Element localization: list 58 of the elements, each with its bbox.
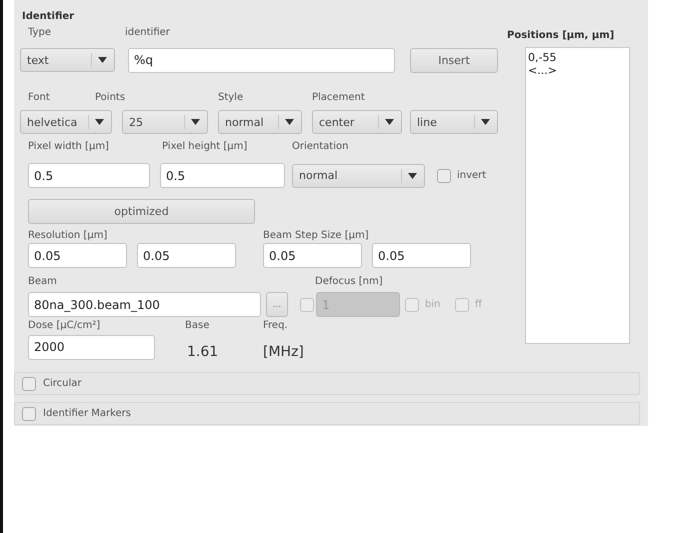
input-field[interactable]: 0.5	[28, 163, 150, 188]
caret-icon	[481, 119, 490, 125]
field-label: Resolution [µm]	[28, 229, 108, 243]
field-label: Type	[28, 26, 52, 40]
field-label: Freq.	[263, 319, 289, 333]
field-label: Defocus [nm]	[315, 275, 384, 289]
frequency-unit: [MHz]	[263, 344, 305, 360]
positions-list[interactable]: 0,-55 <...>	[525, 47, 630, 344]
field-label: Font	[28, 91, 51, 105]
field-label: ff	[475, 298, 484, 312]
group-title: Identifier	[22, 10, 76, 24]
dropdown[interactable]: 25	[122, 110, 208, 134]
field-label: Base	[185, 319, 210, 333]
optimized-button[interactable]: optimized	[28, 199, 255, 224]
list-item[interactable]: 0,-55	[528, 51, 627, 64]
input-field[interactable]: 0.05	[372, 243, 471, 268]
field-label: identifier	[125, 26, 171, 40]
base-value: 1.61	[187, 344, 220, 360]
caret-icon	[98, 57, 107, 63]
input-field[interactable]: 2000	[28, 334, 155, 360]
caret-icon	[191, 119, 200, 125]
dropdown[interactable]: normal	[218, 110, 302, 134]
field-label: Beam Step Size [µm]	[263, 229, 370, 243]
section-label: Circular	[43, 378, 82, 389]
section-header[interactable]: Circular	[14, 372, 640, 395]
dropdown[interactable]: helvetica	[20, 110, 112, 134]
dropdown[interactable]: line	[410, 110, 498, 134]
field-label: Placement	[312, 91, 366, 105]
field-label: Beam	[28, 275, 58, 289]
checkbox[interactable]	[437, 168, 451, 182]
section-label: Identifier Markers	[43, 408, 132, 419]
field-label: Pixel width [µm]	[28, 140, 110, 154]
checkbox[interactable]	[22, 406, 36, 420]
caret-icon	[385, 119, 394, 125]
caret-icon	[408, 172, 417, 178]
field-label: bin	[425, 298, 442, 312]
checkbox[interactable]	[22, 376, 36, 390]
list-item[interactable]: <...>	[528, 64, 627, 77]
dropdown[interactable]: text	[20, 48, 115, 72]
caret-icon	[95, 119, 104, 125]
field-label: Points	[95, 91, 126, 105]
input-field[interactable]: 0.05	[28, 243, 127, 268]
input-field[interactable]: 0.5	[160, 163, 285, 188]
input-field[interactable]: 80na_300.beam_100	[28, 292, 261, 317]
section-header[interactable]: Identifier Markers	[14, 402, 640, 425]
dropdown[interactable]: center	[312, 110, 402, 134]
list-title: Positions [µm, µm]	[507, 29, 616, 43]
field-label: Pixel height [µm]	[162, 140, 248, 154]
insert-button[interactable]: Insert	[410, 48, 498, 72]
field-label: Orientation	[292, 140, 350, 154]
input-field[interactable]: 0.05	[137, 243, 236, 268]
field-label: invert	[457, 168, 488, 182]
caret-icon	[285, 119, 294, 125]
input-field[interactable]: %q	[128, 48, 395, 72]
input-field[interactable]: 0.05	[263, 243, 362, 268]
field-label: Dose [µC/cm²]	[28, 319, 102, 333]
dropdown[interactable]: normal	[292, 164, 425, 188]
field-label: Style	[218, 91, 244, 105]
